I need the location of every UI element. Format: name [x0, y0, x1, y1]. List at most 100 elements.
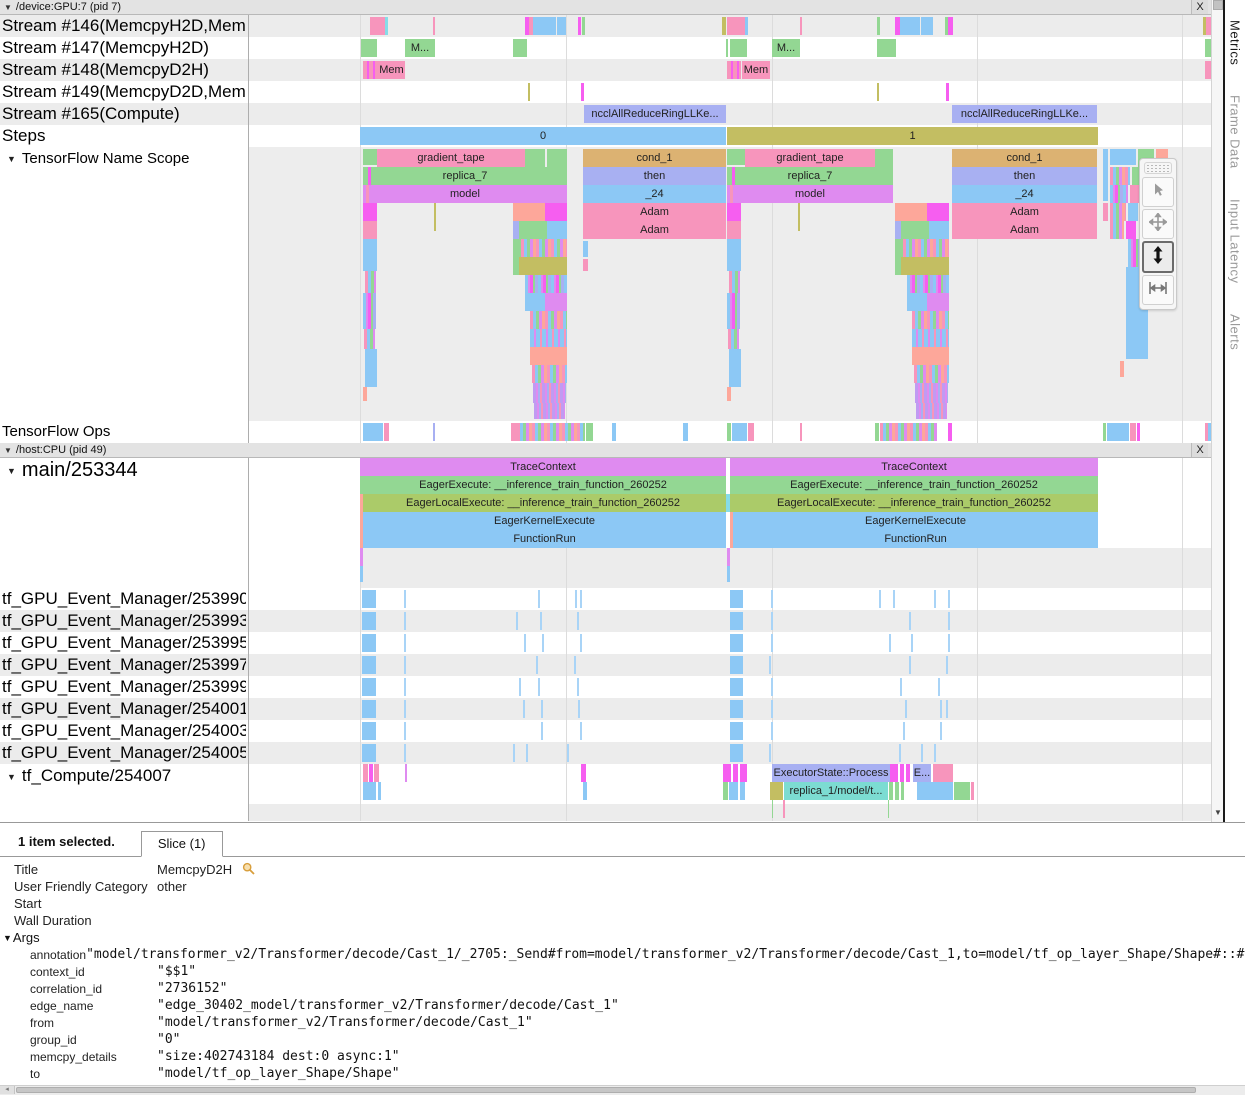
trace-event[interactable] — [612, 423, 616, 441]
args-section-header[interactable]: ▼Args — [3, 929, 1245, 946]
trace-event[interactable] — [582, 17, 585, 35]
trace-event[interactable] — [365, 349, 377, 387]
trace-event[interactable] — [528, 83, 530, 101]
trace-event[interactable] — [771, 590, 773, 608]
magnifier-icon[interactable] — [242, 862, 255, 878]
trace-event[interactable] — [360, 548, 363, 566]
trace-event[interactable] — [363, 239, 377, 271]
sidebar-tab-metrics[interactable]: Metrics — [1228, 20, 1243, 65]
trace-event[interactable] — [771, 722, 773, 740]
trace-event[interactable] — [726, 39, 728, 57]
close-icon[interactable]: X — [1191, 0, 1208, 14]
trace-event[interactable] — [771, 612, 773, 630]
trace-event[interactable] — [903, 722, 905, 740]
trace-event[interactable]: Mem — [378, 61, 405, 79]
trace-event[interactable] — [895, 782, 899, 800]
trace-event[interactable] — [890, 764, 898, 782]
trace-event[interactable] — [404, 744, 406, 762]
trace-event[interactable] — [580, 722, 582, 740]
trace-event[interactable] — [525, 293, 545, 311]
trace-event[interactable]: Adam — [583, 221, 726, 239]
trace-event[interactable] — [783, 800, 785, 818]
trace-event[interactable] — [580, 590, 582, 608]
trace-event[interactable] — [385, 17, 388, 35]
trace-event[interactable]: Mem — [742, 61, 770, 79]
trace-event[interactable] — [921, 17, 933, 35]
trace-event[interactable] — [900, 678, 902, 696]
trace-event[interactable] — [727, 548, 730, 566]
trace-event[interactable]: EagerLocalExecute: __inference_train_fun… — [730, 494, 1098, 512]
trace-event[interactable]: M... — [405, 39, 435, 57]
row-tf-compute-254007[interactable]: ExecutorState::ProcessE...replica_1/mode… — [0, 764, 1211, 821]
trace-event[interactable] — [534, 403, 565, 419]
trace-event[interactable] — [727, 239, 741, 271]
trace-event[interactable]: Adam — [952, 221, 1097, 239]
trace-event[interactable] — [727, 423, 731, 441]
trace-event[interactable] — [895, 203, 927, 221]
row-stream-148[interactable]: MemMemStream #148(MemcpyD2H) — [0, 59, 1211, 81]
trace-event[interactable] — [583, 259, 588, 271]
trace-event[interactable] — [532, 365, 567, 383]
trace-event[interactable] — [363, 221, 377, 239]
trace-event[interactable] — [1110, 185, 1128, 203]
trace-event[interactable] — [360, 566, 363, 582]
row-gpu-event-manager-253997[interactable]: tf_GPU_Event_Manager/253997 — [0, 654, 1211, 676]
trace-event[interactable]: EagerKernelExecute — [363, 512, 726, 530]
trace-event[interactable] — [363, 387, 367, 401]
trace-event[interactable] — [1126, 221, 1136, 239]
trace-event[interactable]: ncclAllReduceRingLLKe... — [584, 105, 726, 123]
trace-event[interactable] — [946, 656, 948, 674]
trace-event[interactable] — [586, 423, 593, 441]
trace-event[interactable] — [525, 149, 545, 167]
trace-event[interactable] — [361, 39, 377, 57]
trace-event[interactable] — [542, 634, 544, 652]
trace-event[interactable] — [771, 678, 773, 696]
trace-event[interactable] — [770, 782, 783, 800]
trace-event[interactable] — [912, 347, 949, 365]
trace-event[interactable] — [362, 700, 376, 718]
trace-event[interactable] — [909, 612, 911, 630]
trace-event[interactable]: model — [727, 185, 893, 203]
trace-event[interactable] — [730, 678, 743, 696]
row-gpu-event-manager-253999[interactable]: tf_GPU_Event_Manager/253999 — [0, 676, 1211, 698]
trace-event[interactable] — [580, 634, 582, 652]
trace-event[interactable]: replica_1/model/t... — [784, 782, 888, 800]
trace-event[interactable] — [526, 744, 528, 762]
zoom-tool-button[interactable] — [1142, 241, 1174, 273]
trace-event[interactable] — [578, 17, 581, 35]
trace-event[interactable] — [730, 185, 733, 203]
scrollbar-thumb[interactable] — [16, 1087, 1196, 1093]
trace-event[interactable] — [914, 365, 949, 383]
trace-event[interactable] — [363, 61, 378, 79]
trace-event[interactable] — [384, 423, 389, 441]
trace-event[interactable] — [730, 634, 743, 652]
trace-event[interactable]: Adam — [952, 203, 1097, 221]
pan-tool-button[interactable] — [1142, 209, 1174, 239]
trace-event[interactable] — [541, 722, 543, 740]
tab-slice[interactable]: Slice (1) — [141, 831, 223, 857]
trace-event[interactable] — [938, 678, 940, 696]
trace-event[interactable] — [745, 17, 748, 35]
trace-event[interactable] — [1107, 423, 1129, 441]
trace-event[interactable] — [730, 722, 743, 740]
trace-event[interactable] — [362, 612, 376, 630]
trace-event[interactable] — [901, 782, 904, 800]
trace-event[interactable] — [730, 590, 743, 608]
trace-event[interactable] — [513, 39, 527, 57]
trace-event[interactable] — [732, 423, 747, 441]
trace-event[interactable] — [877, 39, 896, 57]
trace-event[interactable] — [547, 149, 567, 167]
trace-event[interactable] — [583, 241, 588, 257]
trace-event[interactable] — [363, 764, 368, 782]
trace-event[interactable]: Adam — [583, 203, 726, 221]
trace-event[interactable] — [940, 722, 942, 740]
trace-event[interactable]: then — [583, 167, 726, 185]
trace-event[interactable] — [405, 764, 407, 782]
trace-event[interactable] — [547, 221, 567, 239]
trace-event[interactable] — [363, 149, 377, 165]
timing-tool-button[interactable] — [1142, 275, 1174, 305]
trace-event[interactable] — [404, 656, 406, 674]
sidebar-tab-alerts[interactable]: Alerts — [1228, 314, 1243, 350]
trace-event[interactable] — [365, 271, 376, 293]
row-stream-147[interactable]: M...M...Stream #147(MemcpyH2D) — [0, 37, 1211, 59]
